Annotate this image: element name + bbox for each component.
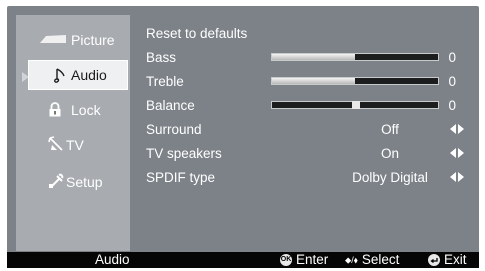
reset-to-defaults-row[interactable]: Reset to defaults bbox=[144, 21, 474, 45]
reset-to-defaults-label: Reset to defaults bbox=[146, 25, 248, 41]
left-right-arrows-icon[interactable] bbox=[450, 172, 464, 182]
surround-row[interactable]: Surround Off bbox=[144, 117, 474, 141]
treble-row[interactable]: Treble 0 bbox=[144, 69, 474, 93]
sidebar-item-label: Picture bbox=[71, 32, 115, 48]
balance-slider-knob[interactable] bbox=[352, 101, 360, 109]
exit-hint: Exit bbox=[428, 252, 467, 268]
sidebar-item-label: Lock bbox=[71, 102, 101, 118]
bass-slider-fill bbox=[272, 54, 355, 60]
spdif-type-label: SPDIF type bbox=[146, 169, 216, 185]
tv-speakers-value: On bbox=[380, 145, 399, 161]
balance-row[interactable]: Balance 0 bbox=[144, 93, 474, 117]
enter-hint: OK Enter bbox=[280, 252, 328, 268]
select-hint-label: Select bbox=[361, 252, 400, 267]
picture-icon bbox=[40, 34, 66, 44]
audio-settings-panel: Reset to defaults Bass 0 Treble 0 Balanc… bbox=[144, 16, 480, 252]
enter-hint-label: Enter bbox=[296, 252, 329, 267]
sidebar-item-tv[interactable]: TV bbox=[16, 130, 130, 160]
balance-slider[interactable] bbox=[271, 101, 439, 109]
sidebar-item-label: Audio bbox=[71, 67, 107, 83]
sidebar-item-label: Setup bbox=[66, 174, 103, 190]
audio-icon bbox=[53, 68, 65, 84]
treble-value: 0 bbox=[448, 73, 456, 89]
sidebar-item-setup[interactable]: Setup bbox=[16, 167, 130, 197]
navigation-arrows-icon: ⬥/⬧ bbox=[345, 255, 358, 265]
sidebar-item-label: TV bbox=[66, 137, 84, 153]
lock-icon bbox=[48, 102, 62, 117]
bass-value: 0 bbox=[448, 49, 456, 65]
sidebar: Picture Audio Lock TV Setup bbox=[16, 15, 130, 251]
surround-label: Surround bbox=[146, 121, 202, 137]
bass-label: Bass bbox=[146, 49, 177, 65]
sidebar-item-lock[interactable]: Lock bbox=[16, 95, 130, 125]
exit-button-icon bbox=[428, 254, 440, 266]
treble-label: Treble bbox=[146, 73, 184, 89]
ok-button-icon: OK bbox=[280, 254, 292, 266]
left-right-arrows-icon[interactable] bbox=[450, 124, 464, 134]
tv-speakers-row[interactable]: TV speakers On bbox=[144, 141, 474, 165]
tv-speakers-label: TV speakers bbox=[146, 145, 222, 161]
bass-row[interactable]: Bass 0 bbox=[144, 45, 474, 69]
spdif-type-row[interactable]: SPDIF type Dolby Digital bbox=[144, 165, 474, 189]
bottom-status-bar: Audio OK Enter ⬥/⬧ Select Exit bbox=[7, 252, 479, 268]
current-menu-title: Audio bbox=[95, 252, 130, 267]
balance-value: 0 bbox=[448, 97, 456, 113]
treble-slider-fill bbox=[272, 78, 355, 84]
treble-slider[interactable] bbox=[271, 77, 439, 85]
spdif-type-value: Dolby Digital bbox=[352, 169, 428, 185]
exit-hint-label: Exit bbox=[444, 252, 467, 267]
bass-slider[interactable] bbox=[271, 53, 439, 61]
balance-label: Balance bbox=[146, 97, 195, 113]
tv-menu-screen: Picture Audio Lock TV Setup Reset to def… bbox=[7, 6, 479, 268]
surround-value: Off bbox=[381, 121, 399, 137]
sidebar-item-audio[interactable]: Audio bbox=[28, 60, 128, 90]
select-hint: ⬥/⬧ Select bbox=[345, 252, 399, 268]
left-right-arrows-icon[interactable] bbox=[450, 148, 464, 158]
sidebar-item-picture[interactable]: Picture bbox=[16, 25, 130, 55]
tv-antenna-icon bbox=[48, 136, 64, 152]
setup-icon bbox=[48, 173, 64, 189]
